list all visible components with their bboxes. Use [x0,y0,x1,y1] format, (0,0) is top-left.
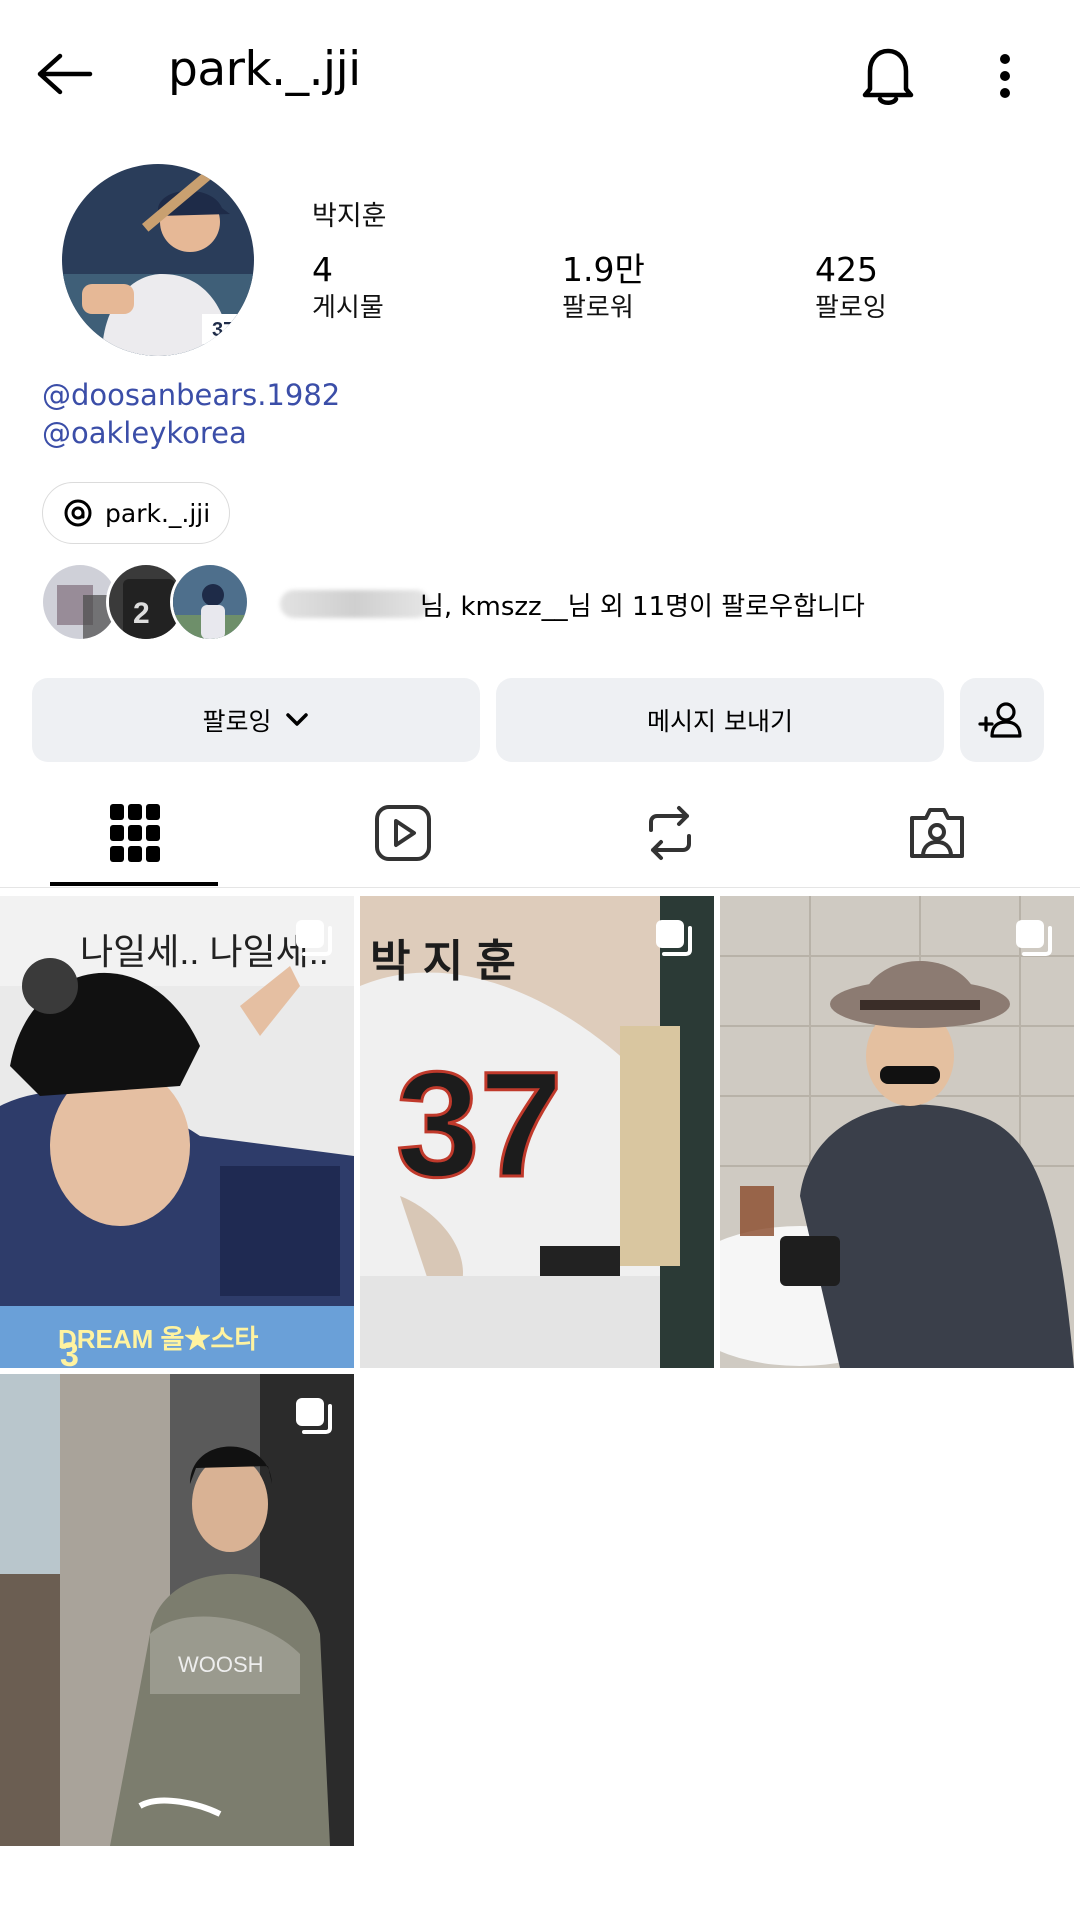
posts-count-stat[interactable]: 4 게시물 [312,250,384,326]
carousel-icon [656,920,692,956]
arrow-left-icon [37,53,93,95]
svg-text:37: 37 [212,319,234,341]
following-button[interactable]: 팔로잉 [32,678,480,762]
notifications-button[interactable] [852,36,924,116]
post-1[interactable]: 나일세.. 나일세.. DREAM 올★스타 3 [0,896,354,1368]
player-avatar [173,565,247,639]
tab-reels[interactable] [308,780,498,886]
active-tab-indicator [50,882,218,886]
post-2-image: 박 지 훈 37 [360,896,714,1368]
following-count: 425 [815,250,878,289]
post-1-badge-number: 3 [60,1336,79,1368]
grid-icon [110,804,160,862]
post-4-hoodie-text: WOOSH [178,1652,264,1677]
followers-count-stat[interactable]: 1.9만 팔로워 [562,250,645,326]
svg-text:2: 2 [133,597,150,630]
tab-reposts[interactable] [575,780,765,886]
threads-handle: park._.jji [105,498,211,528]
threads-badge[interactable]: park._.jji [42,482,230,544]
suggest-people-button[interactable] [960,678,1044,762]
post-4[interactable]: WOOSH [0,1374,354,1846]
carousel-icon [1016,920,1052,956]
carousel-icon [296,920,332,956]
profile-tabs [0,780,1080,888]
following-button-label: 팔로잉 [202,707,272,736]
post-2-jersey-name: 박 지 훈 [370,937,516,986]
followed-by-text: 님, kmszz__님 외 11명이 팔로우합니다 [420,592,865,622]
person-add-icon [978,702,1022,738]
following-label: 팔로잉 [815,293,887,323]
message-button[interactable]: 메시지 보내기 [496,678,944,762]
posts-label: 게시물 [312,293,384,323]
carousel-icon [296,1398,332,1434]
post-2[interactable]: 박 지 훈 37 [360,896,714,1368]
chevron-down-icon [285,713,308,726]
post-1-caption-bottom: DREAM 올★스타 [58,1324,258,1354]
profile-avatar[interactable]: 37 [62,164,254,356]
tagged-person-icon [910,808,964,858]
followers-label: 팔로워 [562,293,634,323]
more-options-button[interactable] [985,36,1025,116]
post-2-jersey-number: 37 [396,1040,563,1208]
posts-count: 4 [312,250,333,289]
top-bar: park._.jji [0,0,1080,150]
avatar-photo: 37 [62,164,254,356]
follower-avatar-3 [170,562,250,642]
followed-by-row[interactable]: 2 님, kmszz__님 외 11명이 팔로우합니다 [40,560,1040,650]
following-count-stat[interactable]: 425 팔로잉 [815,250,887,326]
post-1-image: 나일세.. 나일세.. DREAM 올★스타 3 [0,896,354,1368]
post-3[interactable] [720,896,1074,1368]
profile-username: park._.jji [168,42,361,97]
blurred-follower-name [280,590,430,618]
post-4-image: WOOSH [0,1374,354,1846]
message-button-label: 메시지 보내기 [647,707,793,736]
more-vertical-icon [1000,54,1010,98]
back-button[interactable] [28,38,100,110]
bell-icon [862,48,914,105]
profile-full-name: 박지훈 [312,201,387,232]
post-3-image [720,896,1074,1368]
bio-mention-oakleykorea[interactable]: @oakleykorea [42,416,247,450]
reels-icon [375,805,431,861]
bio-mention-doosanbears[interactable]: @doosanbears.1982 [42,378,340,412]
repost-icon [649,806,691,860]
tab-tagged[interactable] [842,780,1032,886]
followers-count: 1.9만 [562,250,645,289]
tab-posts[interactable] [40,780,230,886]
threads-icon [64,499,92,527]
